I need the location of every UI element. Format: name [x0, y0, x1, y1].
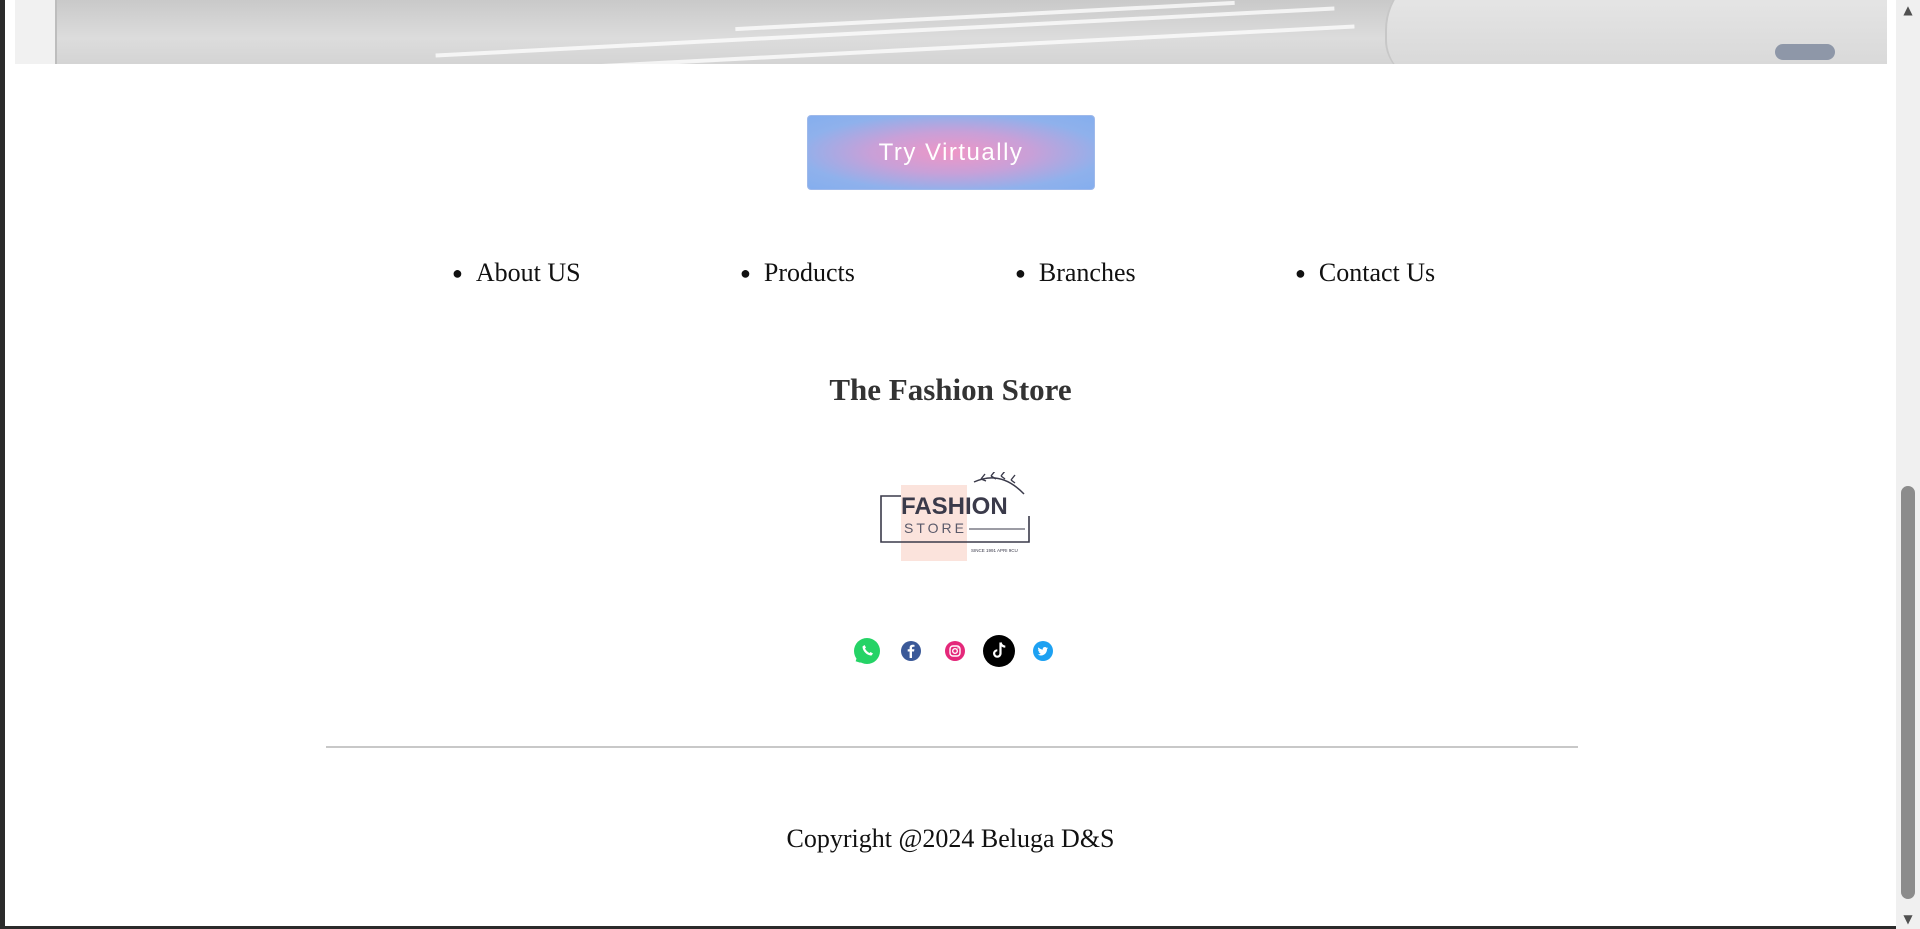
page-viewport: Try Virtually ● About US ● Products ● Br…	[5, 0, 1896, 926]
vertical-scrollbar[interactable]: ▲ ▼	[1896, 0, 1920, 929]
nav-item-label: Branches	[1038, 258, 1136, 287]
whatsapp-icon[interactable]	[852, 636, 882, 666]
twitter-icon[interactable]	[1028, 636, 1058, 666]
bullet-icon: ●	[740, 262, 751, 283]
twitter-glyph	[1033, 641, 1053, 661]
nav-item-contact[interactable]: ● Contact Us	[1295, 258, 1435, 288]
try-virtually-button[interactable]: Try Virtually	[807, 115, 1095, 190]
logo-subword: STORE	[904, 520, 967, 536]
hero-image	[15, 0, 1887, 64]
store-title: The Fashion Store	[829, 372, 1072, 407]
whatsapp-glyph	[854, 638, 880, 664]
hero-object-detail	[1775, 44, 1835, 60]
leaf-branch-icon	[973, 477, 1025, 495]
instagram-glyph	[945, 641, 965, 661]
scroll-down-arrow-icon[interactable]: ▼	[1896, 909, 1920, 929]
nav-item-branches[interactable]: ● Branches	[1015, 258, 1136, 288]
copyright-text: Copyright @2024 Beluga D&S	[786, 824, 1115, 853]
footer-nav: ● About US ● Products ● Branches ● Conta…	[5, 258, 1896, 298]
bullet-icon: ●	[452, 262, 463, 283]
logo-wordmark: FASHION	[901, 493, 1008, 520]
nav-item-label: Contact Us	[1318, 258, 1436, 287]
nav-item-label: About US	[475, 258, 581, 287]
facebook-icon[interactable]	[896, 636, 926, 666]
scrollbar-thumb[interactable]	[1901, 486, 1915, 899]
nav-item-products[interactable]: ● Products	[740, 258, 855, 288]
instagram-icon[interactable]	[940, 636, 970, 666]
hero-image-edge	[15, 0, 57, 64]
bullet-icon: ●	[1015, 262, 1026, 283]
tiktok-icon[interactable]	[982, 634, 1016, 668]
nav-item-label: Products	[763, 258, 855, 287]
footer-divider	[326, 746, 1578, 748]
scroll-up-arrow-icon[interactable]: ▲	[1896, 0, 1920, 20]
facebook-glyph	[901, 641, 921, 661]
logo-tagline: SINCE 1991 APRI 9CU	[971, 548, 1018, 553]
bullet-icon: ●	[1295, 262, 1306, 283]
fashion-store-logo: FASHION STORE SINCE 1991 APRI 9CU	[880, 472, 1030, 561]
nav-item-about[interactable]: ● About US	[452, 258, 581, 288]
tiktok-glyph	[983, 635, 1015, 667]
